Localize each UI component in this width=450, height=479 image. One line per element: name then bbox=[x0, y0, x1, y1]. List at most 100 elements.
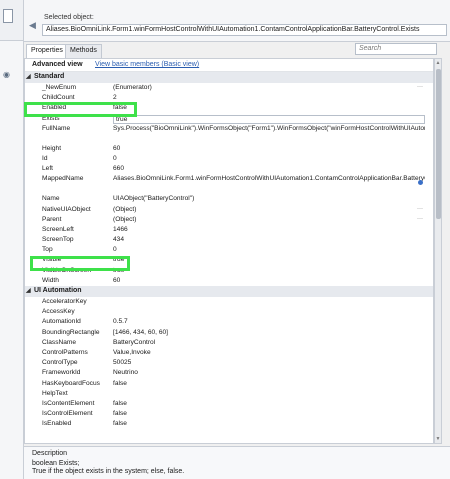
property-row-nativeuiaobject[interactable]: NativeUIAObject (Object) ··· bbox=[25, 205, 433, 215]
property-value[interactable]: false bbox=[113, 103, 425, 113]
property-row-boundingrectangle[interactable]: BoundingRectangle [1466, 434, 60, 60] bbox=[25, 328, 433, 338]
property-name: IsEnabled bbox=[42, 420, 72, 428]
description-text: True if the object exists in the system;… bbox=[32, 468, 185, 475]
property-name: IsControlElement bbox=[42, 410, 93, 418]
property-name: _NewEnum bbox=[42, 84, 77, 91]
property-name: AccessKey bbox=[42, 308, 75, 316]
property-value[interactable]: 2 bbox=[113, 93, 425, 103]
selected-object-path[interactable]: Aliases.BioOmniLink.Form1.winFormHostCon… bbox=[42, 24, 447, 36]
property-row-width[interactable]: Width 60 bbox=[25, 276, 433, 286]
property-row-parent[interactable]: Parent (Object) ··· bbox=[25, 215, 433, 225]
property-value[interactable]: 0 bbox=[113, 245, 425, 255]
property-name: Parent bbox=[42, 215, 62, 223]
back-arrow-icon[interactable]: ◀ bbox=[27, 20, 38, 31]
section-standard[interactable]: ◢ Standard bbox=[25, 72, 433, 83]
property-row-iscontentelement[interactable]: IsContentElement false bbox=[25, 399, 433, 409]
property-row-top[interactable]: Top 0 bbox=[25, 245, 433, 255]
scroll-down-icon[interactable]: ▼ bbox=[435, 436, 441, 442]
property-row-height[interactable]: Height 60 bbox=[25, 144, 433, 154]
property-value[interactable]: Sys.Process("BioOmniLink").WinFormsObjec… bbox=[113, 124, 425, 133]
property-row-newenum[interactable]: _NewEnum (Enumerator) ··· bbox=[25, 83, 433, 93]
property-name: ClassName bbox=[42, 338, 77, 346]
property-row-accesskey[interactable]: AccessKey bbox=[25, 307, 433, 317]
left-panel: ◉ bbox=[0, 0, 24, 479]
property-row-exists[interactable]: Exists true bbox=[25, 114, 433, 124]
property-value[interactable]: [1466, 434, 60, 60] bbox=[113, 328, 425, 338]
scroll-up-icon[interactable]: ▲ bbox=[435, 60, 441, 66]
property-row-classname[interactable]: ClassName BatteryControl bbox=[25, 338, 433, 348]
property-row-fullname[interactable]: FullName Sys.Process("BioOmniLink").WinFo… bbox=[25, 124, 433, 144]
property-row-frameworkid[interactable]: FrameworkId Neutrino bbox=[25, 368, 433, 378]
property-name: AcceleratorKey bbox=[42, 298, 87, 305]
section-ui-automation[interactable]: ◢ UI Automation bbox=[25, 286, 433, 297]
property-value[interactable]: BatteryControl bbox=[113, 338, 425, 348]
header: ◀ Selected object: Aliases.BioOmniLink.F… bbox=[24, 0, 450, 42]
property-row-controltype[interactable]: ControlType 50025 bbox=[25, 358, 433, 368]
property-value[interactable]: false bbox=[113, 379, 425, 389]
view-toolbar: Advanced view View basic members (Basic … bbox=[25, 59, 433, 72]
property-row-haskeyboardfocus[interactable]: HasKeyboardFocus false bbox=[25, 379, 433, 389]
property-row-controlpatterns[interactable]: ControlPatterns Value,Invoke bbox=[25, 348, 433, 358]
tab-properties[interactable]: Properties bbox=[26, 44, 68, 58]
ellipsis-icon[interactable]: ··· bbox=[417, 204, 423, 214]
property-value[interactable]: false bbox=[113, 419, 425, 429]
property-row-acceleratorkey[interactable]: AcceleratorKey bbox=[25, 297, 433, 307]
ellipsis-icon[interactable]: ··· bbox=[417, 82, 423, 92]
property-value[interactable]: 0 bbox=[113, 154, 425, 164]
property-row-left[interactable]: Left 660 bbox=[25, 164, 433, 174]
property-row-enabled[interactable]: Enabled false bbox=[25, 103, 433, 113]
property-row-childcount[interactable]: ChildCount 2 bbox=[25, 93, 433, 103]
property-row-screenleft[interactable]: ScreenLeft 1466 bbox=[25, 225, 433, 235]
property-name: ScreenTop bbox=[42, 236, 74, 244]
ellipsis-icon[interactable]: ··· bbox=[417, 214, 423, 224]
property-name: Enabled bbox=[42, 104, 67, 112]
property-name: Exists bbox=[42, 114, 60, 122]
property-value[interactable]: Neutrino bbox=[113, 368, 425, 378]
property-value[interactable]: true bbox=[113, 114, 425, 124]
property-value[interactable]: Value,Invoke bbox=[113, 348, 425, 358]
property-value[interactable]: 1466 bbox=[113, 225, 425, 235]
property-name: MappedName bbox=[42, 175, 84, 183]
eye-icon[interactable]: ◉ bbox=[3, 70, 10, 79]
property-row-visible[interactable]: Visible true bbox=[25, 255, 433, 265]
property-row-isenabled[interactable]: IsEnabled false bbox=[25, 419, 433, 429]
advanced-view-label: Advanced view bbox=[32, 61, 83, 68]
property-value[interactable]: 434 bbox=[113, 235, 425, 245]
property-row-screentop[interactable]: ScreenTop 434 bbox=[25, 235, 433, 245]
property-value[interactable]: UIAObject("BatteryControl") bbox=[113, 194, 425, 204]
basic-view-link[interactable]: View basic members (Basic view) bbox=[95, 61, 199, 68]
property-row-name[interactable]: Name UIAObject("BatteryControl") bbox=[25, 194, 433, 204]
section-title: Standard bbox=[34, 73, 65, 80]
property-row-iscontrolelement[interactable]: IsControlElement false bbox=[25, 409, 433, 419]
property-value[interactable]: 60 bbox=[113, 144, 425, 154]
property-value[interactable]: false bbox=[113, 399, 425, 409]
property-row-visibleonscreen[interactable]: VisibleOnScreen true bbox=[25, 266, 433, 276]
panel-icon[interactable] bbox=[3, 9, 13, 23]
property-row-id[interactable]: Id 0 bbox=[25, 154, 433, 164]
property-value[interactable]: true bbox=[113, 266, 425, 276]
property-value[interactable]: 0.5.7 bbox=[113, 317, 425, 327]
property-value[interactable]: Aliases.BioOmniLink.Form1.winFormHostCon… bbox=[113, 174, 425, 183]
property-value[interactable]: 50025 bbox=[113, 358, 425, 368]
property-value[interactable]: false bbox=[113, 409, 425, 419]
description-panel: Description boolean Exists; True if the … bbox=[24, 446, 450, 479]
property-name: ControlPatterns bbox=[42, 348, 88, 356]
property-value[interactable]: 60 bbox=[113, 276, 425, 286]
property-row-mappedname[interactable]: MappedName Aliases.BioOmniLink.Form1.winF… bbox=[25, 174, 433, 194]
vertical-scrollbar[interactable]: ▲ ▼ bbox=[434, 58, 442, 444]
collapse-icon[interactable]: ◢ bbox=[26, 73, 34, 80]
property-value[interactable]: 660 bbox=[113, 164, 425, 174]
property-value[interactable]: (Enumerator) bbox=[113, 83, 425, 93]
property-row-helptext[interactable]: HelpText bbox=[25, 389, 433, 399]
property-row-automationid[interactable]: AutomationId 0.5.7 bbox=[25, 317, 433, 327]
property-value[interactable]: (Object) bbox=[113, 215, 425, 225]
search-input[interactable]: Search bbox=[355, 43, 437, 55]
scroll-thumb[interactable] bbox=[436, 69, 441, 219]
property-name: Visible bbox=[42, 256, 62, 264]
mapping-icon[interactable] bbox=[418, 180, 423, 186]
tab-methods[interactable]: Methods bbox=[65, 44, 102, 58]
property-name: FullName bbox=[42, 124, 71, 132]
property-value[interactable]: (Object) bbox=[113, 205, 425, 215]
property-value[interactable]: true bbox=[113, 255, 425, 265]
collapse-icon[interactable]: ◢ bbox=[26, 287, 34, 294]
